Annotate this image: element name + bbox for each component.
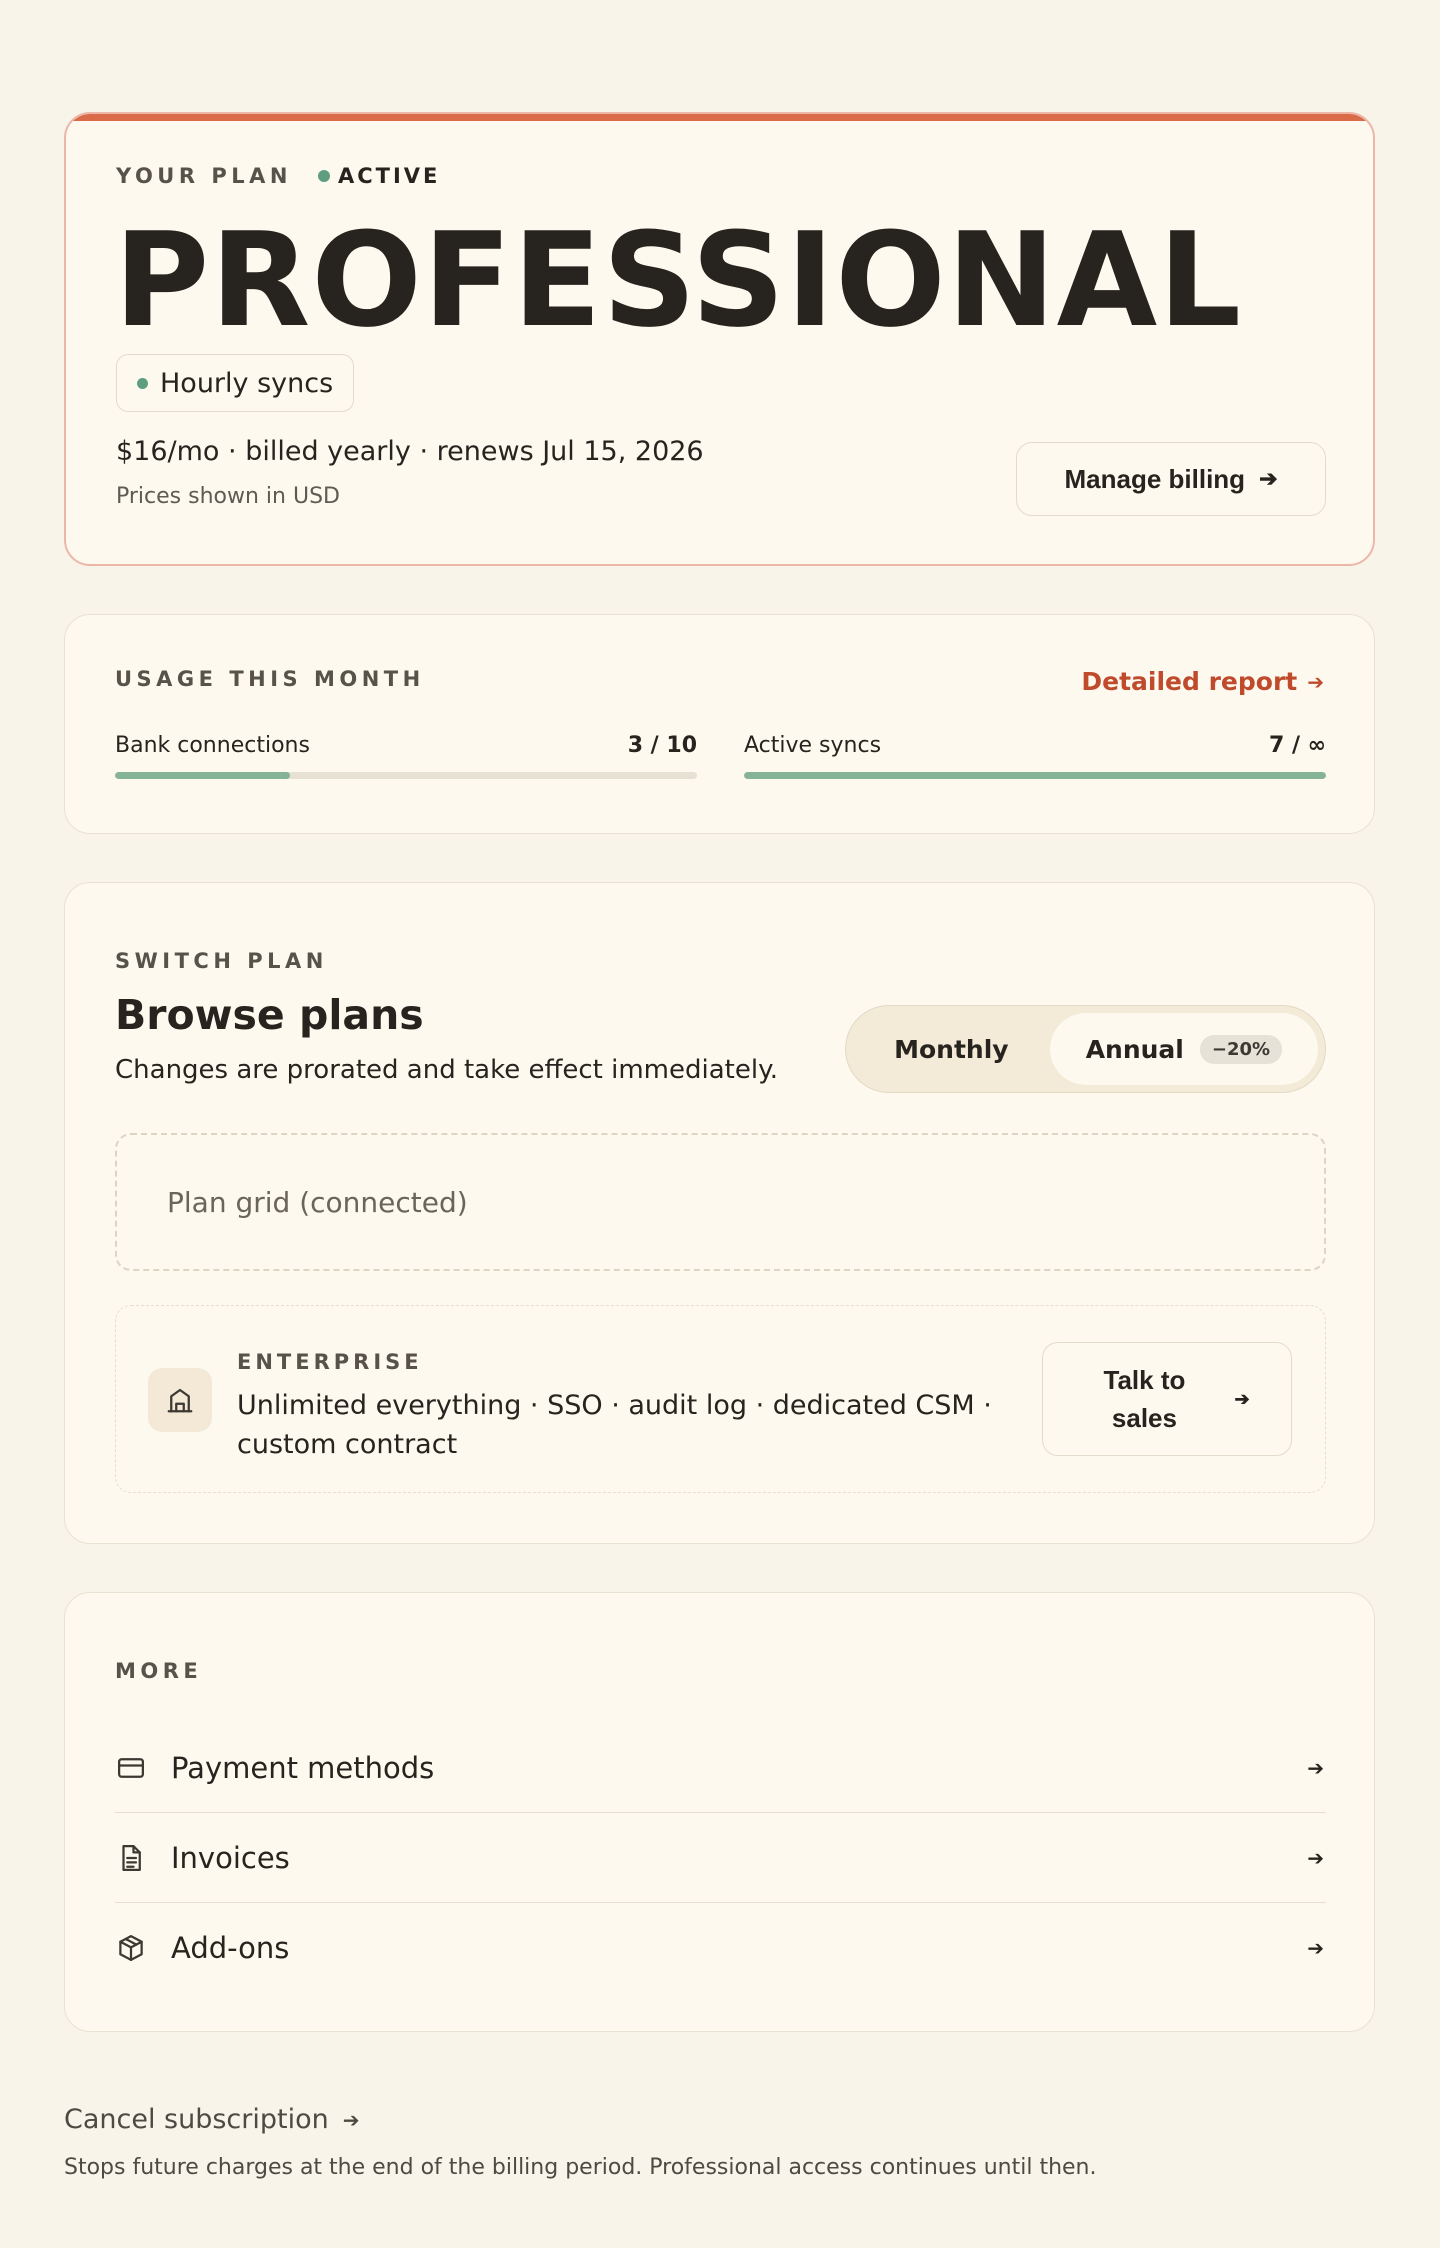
toggle-monthly-label: Monthly: [894, 1034, 1009, 1064]
manage-billing-label: Manage billing: [1064, 463, 1246, 494]
arrow-right-icon: ➔: [1307, 1755, 1324, 1780]
building-icon: [148, 1368, 212, 1432]
discount-badge: −20%: [1199, 1034, 1283, 1064]
enterprise-eyebrow: ENTERPRISE: [237, 1350, 423, 1374]
meter-value: 3 / 10: [627, 733, 697, 758]
more-list: Payment methods ➔ Invoices ➔ Add-ons ➔: [115, 1723, 1326, 1993]
arrow-right-icon: ➔: [342, 2107, 360, 2132]
more-item-payment-methods[interactable]: Payment methods ➔: [115, 1723, 1326, 1813]
enterprise-box: ENTERPRISE Unlimited everything · SSO · …: [115, 1305, 1326, 1493]
arrow-right-icon: ➔: [1307, 1845, 1324, 1870]
meter-label: Active syncs: [744, 733, 882, 758]
more-item-label: Add-ons: [171, 1931, 290, 1965]
status-text: ACTIVE: [337, 164, 441, 188]
talk-to-sales-button[interactable]: Talk to sales ➔: [1042, 1342, 1292, 1456]
current-plan-card: YOUR PLAN ACTIVE PROFESSIONAL Hourly syn…: [64, 112, 1375, 566]
talk-to-sales-label: Talk to sales: [1103, 1365, 1186, 1433]
more-item-invoices[interactable]: Invoices ➔: [115, 1813, 1326, 1903]
switch-plan-card: SWITCH PLAN Browse plans Changes are pro…: [64, 882, 1375, 1544]
plan-grid-label: Plan grid (connected): [167, 1185, 468, 1219]
document-icon: [115, 1842, 147, 1874]
more-eyebrow: MORE: [115, 1659, 203, 1683]
usage-card: USAGE THIS MONTH Detailed report ➔ Bank …: [64, 614, 1375, 834]
cancel-subscription-label: Cancel subscription: [64, 2104, 329, 2135]
meter-bank-connections: Bank connections 3 / 10: [115, 733, 697, 779]
toggle-annual-label: Annual: [1085, 1034, 1184, 1064]
plan-accent-bar: [66, 114, 1373, 121]
credit-card-icon: [115, 1752, 147, 1784]
arrow-right-icon: ➔: [1307, 669, 1324, 694]
meter-track: [115, 772, 697, 779]
detailed-report-label: Detailed report: [1081, 667, 1298, 696]
manage-billing-button[interactable]: Manage billing ➔: [1016, 442, 1326, 516]
currency-note: Prices shown in USD: [116, 484, 340, 509]
arrow-right-icon: ➔: [1307, 1936, 1324, 1960]
billing-period-toggle: Monthly Annual −20%: [845, 1005, 1326, 1093]
status-badge: ACTIVE: [317, 164, 441, 188]
price-line: $16/mo · billed yearly · renews Jul 15, …: [116, 436, 704, 467]
usage-eyebrow: USAGE THIS MONTH: [115, 667, 425, 691]
enterprise-description: Unlimited everything · SSO · audit log ·…: [237, 1390, 992, 1460]
plan-header: YOUR PLAN ACTIVE: [116, 164, 440, 188]
feature-chip-label: Hourly syncs: [160, 367, 334, 399]
package-icon: [115, 1932, 147, 1964]
browse-plans-title: Browse plans: [115, 991, 424, 1039]
toggle-annual[interactable]: Annual −20%: [1049, 1013, 1318, 1085]
meter-track: [744, 772, 1326, 779]
plan-grid-placeholder: Plan grid (connected): [115, 1133, 1326, 1271]
more-item-label: Invoices: [171, 1840, 290, 1875]
arrow-right-icon: ➔: [1234, 1389, 1250, 1409]
cancel-subscription-link[interactable]: Cancel subscription ➔: [64, 2104, 360, 2135]
meter-fill: [115, 772, 290, 779]
plan-eyebrow: YOUR PLAN: [116, 164, 292, 188]
arrow-right-icon: ➔: [1259, 466, 1278, 491]
cancel-note: Stops future charges at the end of the b…: [64, 2155, 1097, 2180]
feature-chip: Hourly syncs: [116, 354, 355, 412]
more-item-add-ons[interactable]: Add-ons ➔: [115, 1903, 1326, 1993]
switch-eyebrow: SWITCH PLAN: [115, 949, 328, 973]
more-card: MORE Payment methods ➔ Invoices ➔ Add-on…: [64, 1592, 1375, 2032]
meter-label: Bank connections: [115, 733, 310, 758]
billing-page: YOUR PLAN ACTIVE PROFESSIONAL Hourly syn…: [0, 0, 1440, 2248]
browse-plans-subtitle: Changes are prorated and take effect imm…: [115, 1055, 779, 1085]
meter-value: 7 / ∞: [1269, 733, 1326, 758]
meter-fill: [744, 772, 1326, 779]
detailed-report-link[interactable]: Detailed report ➔: [1081, 667, 1324, 696]
toggle-monthly[interactable]: Monthly: [853, 1013, 1050, 1085]
status-dot-icon: [317, 170, 330, 182]
plan-name: PROFESSIONAL: [114, 204, 1243, 356]
meter-active-syncs: Active syncs 7 / ∞: [744, 733, 1326, 779]
chip-dot-icon: [137, 377, 148, 389]
more-item-label: Payment methods: [171, 1750, 435, 1785]
